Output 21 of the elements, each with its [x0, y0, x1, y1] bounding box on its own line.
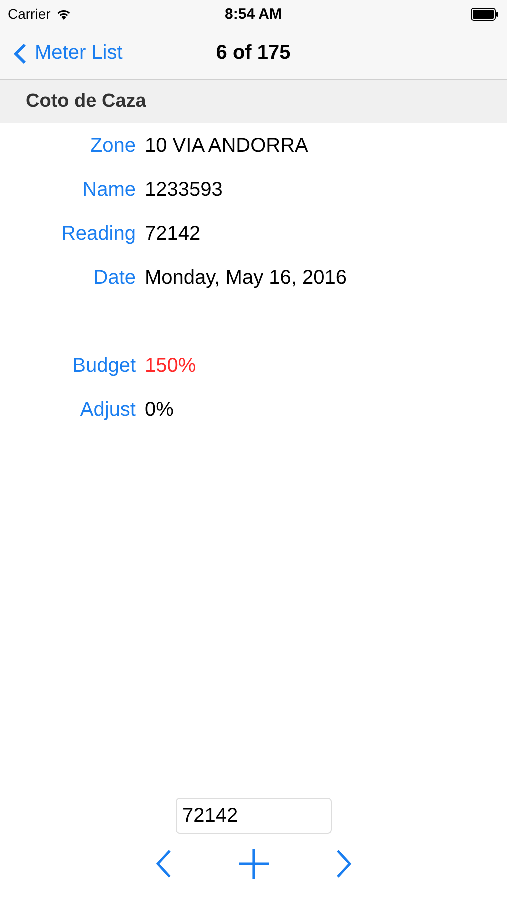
field-value: 150% [145, 354, 196, 378]
back-button[interactable]: Meter List [0, 42, 123, 65]
field-label: Zone [89, 134, 137, 158]
carrier-text: Carrier [8, 6, 51, 22]
field-value: 10 VIA ANDORRA [145, 134, 308, 158]
nav-title: 6 of 175 [216, 42, 291, 65]
field-value: 72142 [145, 222, 201, 246]
wifi-icon [56, 8, 72, 20]
field-label: Adjust [79, 398, 137, 422]
reading-input[interactable]: 72142 [176, 798, 332, 834]
field-value: 1233593 [145, 178, 223, 202]
status-time: 8:54 AM [225, 6, 282, 22]
field-label: Budget [72, 354, 137, 378]
field-value: 0% [145, 398, 174, 422]
field-label: Name [82, 178, 137, 202]
chevron-left-icon [14, 42, 27, 64]
field-label: Date [92, 266, 137, 290]
battery-icon [471, 8, 499, 20]
field-value: Monday, May 16, 2016 [145, 266, 347, 290]
field-label: Reading [60, 222, 137, 246]
section-header: Coto de Caza [0, 80, 507, 123]
